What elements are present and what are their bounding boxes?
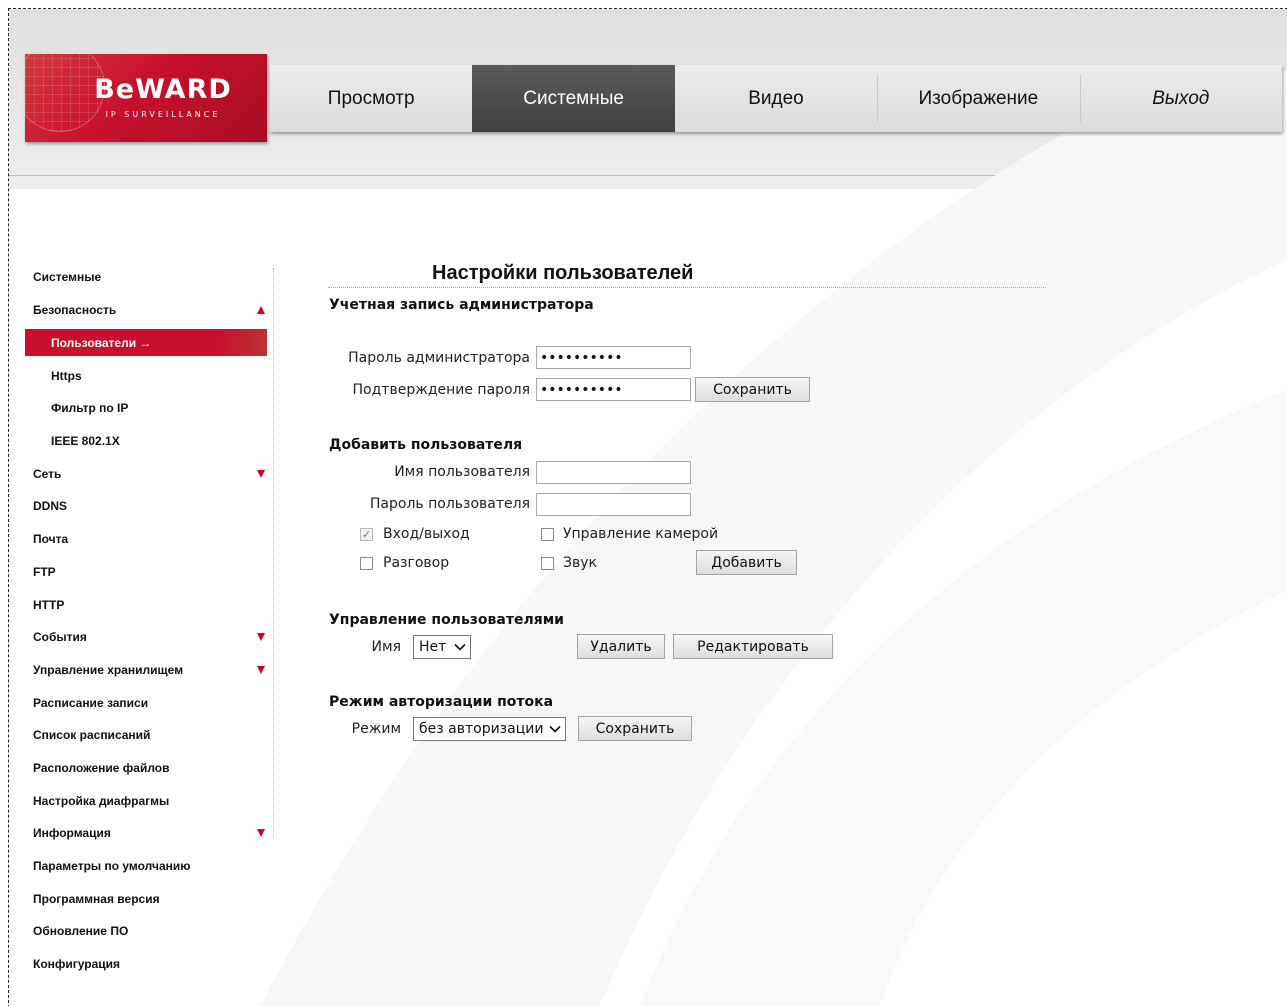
sidebar-item-label: Управление хранилищем — [33, 662, 184, 677]
add-user-button[interactable]: Добавить — [696, 550, 797, 575]
username-input[interactable] — [536, 461, 691, 484]
chevron-down-icon — [454, 643, 466, 651]
section-manage-title: Управление пользователями — [329, 612, 564, 628]
sidebar-item-label: Системные — [33, 270, 102, 285]
sidebar-item-file-location[interactable]: Расположение файлов — [25, 752, 267, 785]
expand-arrow-icon[interactable] — [257, 665, 265, 674]
sidebar-item-label: Почта — [33, 532, 69, 547]
main-nav: Просмотр Системные Видео Изображение Вых… — [270, 65, 1282, 132]
nav-system[interactable]: Системные — [472, 65, 675, 132]
sidebar-item-storage[interactable]: Управление хранилищем — [25, 654, 267, 687]
sidebar-item-info[interactable]: Информация — [25, 817, 267, 850]
collapse-arrow-icon[interactable] — [257, 306, 265, 315]
sidebar-item-label: Сеть — [33, 466, 62, 481]
sidebar-item-label: Расписание записи — [33, 695, 149, 710]
sidebar-item-label: HTTP — [33, 597, 65, 612]
sidebar-item-ieee8021x[interactable]: IEEE 802.1X — [25, 425, 267, 458]
camera-control-checkbox[interactable] — [541, 528, 554, 541]
expand-arrow-icon[interactable] — [257, 633, 265, 642]
save-admin-button[interactable]: Сохранить — [695, 377, 810, 402]
sidebar-item-firmware-update[interactable]: Обновление ПО — [25, 915, 267, 948]
sidebar-item-defaults[interactable]: Параметры по умолчанию — [25, 850, 267, 883]
sidebar-item-users[interactable]: Пользователи → — [25, 329, 267, 357]
sidebar-item-http[interactable]: HTTP — [25, 588, 267, 621]
auth-mode-select[interactable]: без авторизации — [413, 717, 566, 741]
login-checkbox[interactable]: ✓ — [360, 528, 373, 541]
sidebar-item-label: Https — [51, 368, 82, 383]
sidebar-item-configuration[interactable]: Конфигурация — [25, 948, 267, 981]
brand-name: BeWARD — [94, 74, 232, 105]
sidebar-item-network[interactable]: Сеть — [25, 457, 267, 490]
sidebar-item-mail[interactable]: Почта — [25, 523, 267, 556]
sidebar-item-ip-filter[interactable]: Фильтр по IP — [25, 392, 267, 425]
sidebar-item-firmware-version[interactable]: Программная версия — [25, 882, 267, 915]
sidebar-item-label: Расположение файлов — [33, 760, 170, 775]
chevron-down-icon — [549, 725, 561, 733]
section-add-user-title: Добавить пользователя — [329, 437, 523, 453]
sidebar-item-ddns[interactable]: DDNS — [25, 490, 267, 523]
sidebar-item-label: Параметры по умолчанию — [33, 859, 191, 874]
admin-password-label: Пароль администратора — [348, 350, 530, 366]
brand-tagline: IP SURVEILLANCE — [105, 110, 221, 119]
header-divider — [9, 175, 1287, 176]
sidebar-item-label: Настройка диафрагмы — [33, 793, 170, 808]
talk-checkbox-label: Разговор — [383, 555, 450, 571]
sidebar-item-label: Обновление ПО — [33, 924, 129, 939]
talk-checkbox[interactable] — [360, 557, 373, 570]
expand-arrow-icon[interactable] — [257, 469, 265, 478]
nav-view[interactable]: Просмотр — [270, 65, 472, 132]
sidebar-item-label: Программная версия — [33, 891, 160, 906]
sidebar-item-label: Информация — [33, 826, 111, 841]
nav-video[interactable]: Видео — [675, 65, 877, 132]
edit-user-button[interactable]: Редактировать — [673, 634, 833, 659]
sidebar-item-security[interactable]: Безопасность — [25, 294, 267, 327]
sidebar-divider — [273, 268, 274, 838]
delete-user-button[interactable]: Удалить — [577, 634, 665, 659]
sidebar-item-iris[interactable]: Настройка диафрагмы — [25, 784, 267, 817]
save-stream-auth-button[interactable]: Сохранить — [578, 716, 692, 741]
nav-image[interactable]: Изображение — [877, 65, 1079, 132]
sound-checkbox[interactable] — [541, 557, 554, 570]
username-label: Имя пользователя — [394, 464, 530, 480]
sidebar-item-label: IEEE 802.1X — [51, 434, 120, 449]
sidebar-item-events[interactable]: События — [25, 621, 267, 654]
brand-logo[interactable]: BeWARD IP SURVEILLANCE — [25, 54, 267, 142]
sidebar-item-label: Фильтр по IP — [51, 401, 129, 416]
sidebar: Системные Безопасность Пользователи → Ht… — [25, 261, 275, 980]
sidebar-item-label: Безопасность — [33, 303, 117, 318]
sidebar-item-label: Список расписаний — [33, 728, 151, 743]
mode-label: Режим — [351, 721, 401, 737]
section-stream-auth-title: Режим авторизации потока — [329, 694, 554, 710]
nav-logout[interactable]: Выход — [1079, 65, 1282, 132]
camera-control-label: Управление камерой — [563, 526, 719, 542]
expand-arrow-icon[interactable] — [257, 829, 265, 838]
user-select[interactable]: Нет — [413, 635, 471, 659]
title-divider — [328, 287, 1046, 288]
sidebar-item-record-schedule[interactable]: Расписание записи — [25, 686, 267, 719]
sidebar-item-label: Конфигурация — [33, 957, 121, 972]
sidebar-item-https[interactable]: Https — [25, 359, 267, 392]
user-password-input[interactable] — [536, 493, 691, 516]
admin-password-input[interactable] — [536, 346, 691, 369]
confirm-password-label: Подтверждение пароля — [352, 382, 530, 398]
manage-name-label: Имя — [371, 639, 401, 655]
confirm-password-input[interactable] — [536, 378, 691, 401]
sidebar-item-system[interactable]: Системные — [25, 261, 267, 294]
sound-checkbox-label: Звук — [563, 555, 597, 571]
page-title: Настройки пользователей — [432, 262, 694, 284]
sidebar-item-schedule-list[interactable]: Список расписаний — [25, 719, 267, 752]
login-checkbox-label: Вход/выход — [383, 526, 470, 542]
sidebar-item-label: DDNS — [33, 499, 68, 514]
auth-mode-value: без авторизации — [419, 721, 544, 737]
sidebar-item-label: События — [33, 630, 87, 645]
user-password-label: Пароль пользователя — [369, 496, 530, 512]
sidebar-item-ftp[interactable]: FTP — [25, 556, 267, 589]
sidebar-item-label: Пользователи → — [51, 335, 152, 350]
section-admin-title: Учетная запись администратора — [329, 297, 594, 313]
sidebar-item-label: FTP — [33, 564, 56, 579]
user-select-value: Нет — [419, 639, 447, 655]
